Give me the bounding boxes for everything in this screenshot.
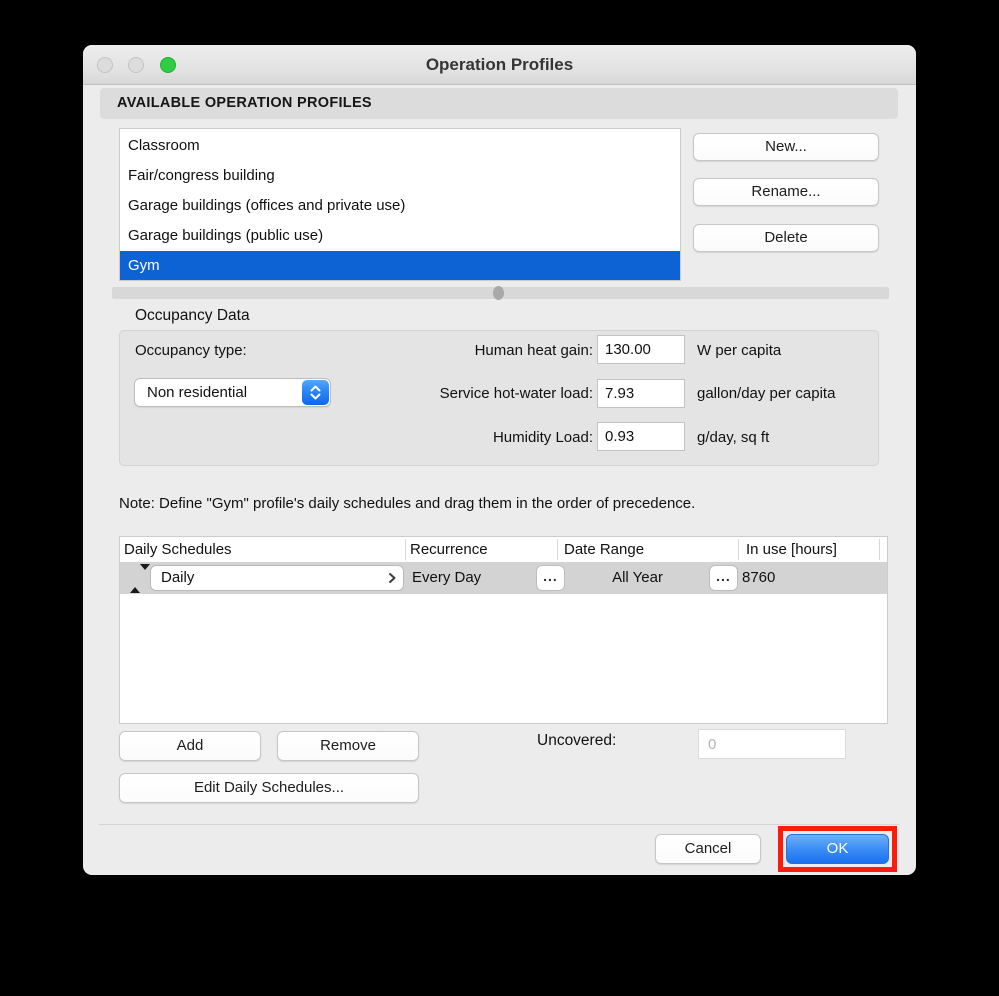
chevron-right-icon bbox=[387, 571, 397, 590]
column-divider bbox=[557, 539, 558, 560]
col-header-recurrence: Recurrence bbox=[410, 541, 488, 558]
profile-item-fair-congress[interactable]: Fair/congress building bbox=[120, 161, 680, 191]
recurrence-value: Every Day bbox=[412, 569, 482, 586]
schedule-table-row[interactable]: Daily Every Day ... All Year ... 8760 bbox=[120, 562, 887, 594]
human-heat-gain-label: Human heat gain: bbox=[474, 342, 593, 359]
stepper-up-down-icon bbox=[302, 380, 329, 405]
date-range-more-button[interactable]: ... bbox=[709, 565, 738, 591]
humidity-load-label: Humidity Load: bbox=[492, 429, 593, 446]
humidity-load-unit: g/day, sq ft bbox=[697, 429, 770, 446]
footer-divider bbox=[99, 824, 900, 825]
drag-reorder-icon[interactable] bbox=[130, 564, 150, 593]
col-header-date-range: Date Range bbox=[564, 541, 645, 558]
horizontal-scrollbar[interactable] bbox=[112, 286, 889, 300]
operation-profiles-dialog: Operation Profiles AVAILABLE OPERATION P… bbox=[83, 45, 916, 875]
schedule-select[interactable]: Daily bbox=[150, 565, 404, 591]
schedules-note: Note: Define "Gym" profile's daily sched… bbox=[119, 495, 696, 512]
add-schedule-button[interactable]: Add bbox=[119, 731, 261, 761]
remove-schedule-button[interactable]: Remove bbox=[277, 731, 419, 761]
occupancy-data-title: Occupancy Data bbox=[135, 307, 250, 324]
col-header-in-use-hours: In use [hours] bbox=[746, 541, 837, 558]
in-use-hours-value: 8760 bbox=[742, 569, 776, 586]
annotation-highlight-ok bbox=[778, 826, 897, 872]
occupancy-type-label: Occupancy type: bbox=[135, 342, 247, 359]
hot-water-load-unit: gallon/day per capita bbox=[697, 385, 836, 402]
uncovered-label: Uncovered: bbox=[537, 732, 617, 749]
date-range-value: All Year bbox=[612, 569, 663, 586]
column-divider bbox=[879, 539, 880, 560]
column-divider bbox=[405, 539, 406, 560]
delete-profile-button[interactable]: Delete bbox=[693, 224, 879, 252]
available-profiles-header: AVAILABLE OPERATION PROFILES bbox=[100, 88, 898, 119]
new-profile-button[interactable]: New... bbox=[693, 133, 879, 161]
hot-water-load-label: Service hot-water load: bbox=[439, 385, 593, 402]
human-heat-gain-unit: W per capita bbox=[697, 342, 782, 359]
profile-item-garage-public[interactable]: Garage buildings (public use) bbox=[120, 221, 680, 251]
table-header-row: Daily Schedules Recurrence Date Range In… bbox=[120, 537, 887, 562]
profile-item-gym-selected[interactable]: Gym bbox=[120, 251, 680, 280]
occupancy-type-select[interactable]: Non residential bbox=[134, 378, 331, 407]
uncovered-input bbox=[698, 729, 846, 759]
profile-item-classroom[interactable]: Classroom bbox=[120, 131, 680, 161]
window-title: Operation Profiles bbox=[425, 55, 574, 74]
cancel-button[interactable]: Cancel bbox=[655, 834, 761, 864]
scrollbar-thumb[interactable] bbox=[493, 286, 504, 300]
hot-water-load-input[interactable] bbox=[597, 379, 685, 408]
schedule-value: Daily bbox=[161, 569, 195, 586]
human-heat-gain-input[interactable] bbox=[597, 335, 685, 364]
occupancy-type-value: Non residential bbox=[147, 384, 248, 401]
profiles-list: Classroom Fair/congress building Garage … bbox=[119, 128, 681, 281]
rename-profile-button[interactable]: Rename... bbox=[693, 178, 879, 206]
profile-item-garage-private[interactable]: Garage buildings (offices and private us… bbox=[120, 191, 680, 221]
humidity-load-input[interactable] bbox=[597, 422, 685, 451]
col-header-daily-schedules: Daily Schedules bbox=[124, 541, 232, 558]
column-divider bbox=[738, 539, 739, 560]
edit-daily-schedules-button[interactable]: Edit Daily Schedules... bbox=[119, 773, 419, 803]
title-bar: Operation Profiles bbox=[83, 45, 916, 85]
daily-schedules-table: Daily Schedules Recurrence Date Range In… bbox=[119, 536, 888, 724]
